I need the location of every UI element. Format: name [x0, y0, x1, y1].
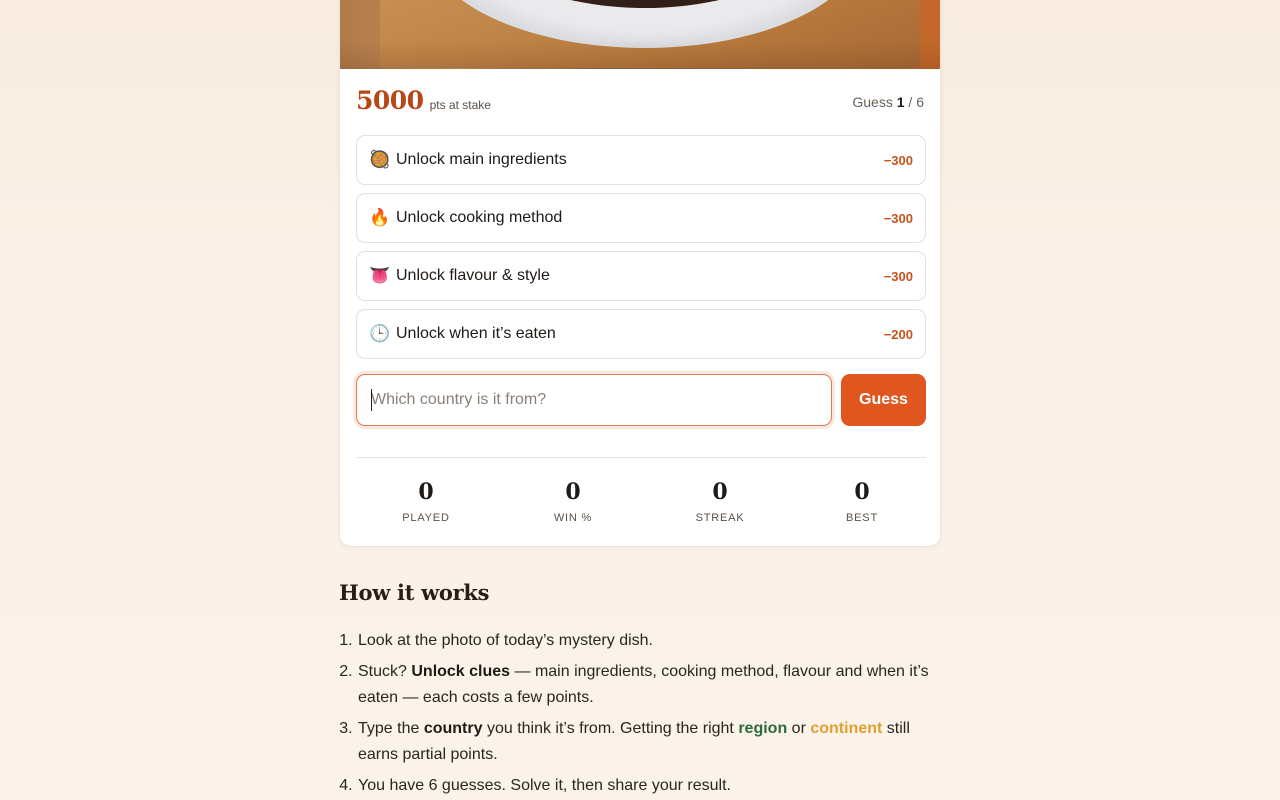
points-at-stake: 5000 pts at stake	[356, 86, 491, 115]
region-highlight: region	[738, 720, 788, 737]
clue-cost: −300	[883, 152, 913, 168]
guess-prefix: Guess	[852, 94, 893, 110]
unlock-ingredients-button[interactable]: 🥘 Unlock main ingredients −300	[356, 135, 926, 185]
guess-total: / 6	[908, 94, 924, 110]
clue-cost: −300	[883, 210, 913, 226]
stat-best: 0 BEST	[812, 480, 912, 524]
points-value: 5000	[356, 86, 424, 115]
how-it-works-section: How it works Look at the photo of today’…	[339, 580, 941, 800]
continent-highlight: continent	[810, 720, 883, 737]
step-item: Type the country you think it’s from. Ge…	[357, 716, 941, 768]
stat-win-percent: 0 WIN %	[523, 480, 623, 524]
unlock-when-eaten-button[interactable]: 🕒 Unlock when it’s eaten −200	[356, 309, 926, 359]
stat-value: 0	[712, 479, 728, 505]
how-it-works-steps: Look at the photo of today’s mystery dis…	[339, 628, 941, 799]
country-guess-field[interactable]	[356, 374, 832, 426]
clue-label: Unlock main ingredients	[396, 151, 567, 168]
country-guess-input[interactable]	[357, 375, 831, 425]
stat-label: STREAK	[695, 512, 745, 524]
stat-label: WIN %	[553, 512, 593, 524]
paella-pan-icon: 🥘	[369, 150, 391, 169]
stat-value: 0	[565, 479, 581, 505]
unlock-cooking-method-button[interactable]: 🔥 Unlock cooking method −300	[356, 193, 926, 243]
guess-button[interactable]: Guess	[841, 374, 926, 426]
clock-icon: 🕒	[369, 324, 391, 343]
stat-value: 0	[418, 479, 434, 505]
clue-label: Unlock cooking method	[396, 209, 563, 226]
game-card: 5000 pts at stake Guess 1 / 6 🥘 Unlock m…	[339, 0, 941, 547]
guess-current: 1	[896, 94, 905, 110]
dish-photo	[340, 0, 940, 69]
stat-value: 0	[854, 479, 870, 505]
points-label: pts at stake	[429, 98, 491, 112]
unlock-flavour-button[interactable]: 👅 Unlock flavour & style −300	[356, 251, 926, 301]
fire-icon: 🔥	[369, 208, 391, 227]
stat-label: BEST	[846, 512, 878, 524]
stat-label: PLAYED	[402, 512, 450, 524]
step-item: You have 6 guesses. Solve it, then share…	[357, 773, 941, 799]
clue-label: Unlock flavour & style	[396, 267, 550, 284]
clue-label: Unlock when it’s eaten	[396, 325, 556, 342]
how-it-works-title: How it works	[339, 580, 490, 605]
clue-cost: −300	[883, 268, 913, 284]
step-item: Look at the photo of today’s mystery dis…	[357, 628, 941, 654]
divider	[356, 457, 926, 458]
text-caret	[371, 389, 372, 411]
tongue-icon: 👅	[369, 266, 391, 285]
step-item: Stuck? Unlock clues — main ingredients, …	[357, 659, 941, 711]
clue-cost: −200	[883, 326, 913, 342]
guess-counter: Guess 1 / 6	[852, 94, 924, 110]
stat-played: 0 PLAYED	[376, 480, 476, 524]
stat-streak: 0 STREAK	[670, 480, 770, 524]
